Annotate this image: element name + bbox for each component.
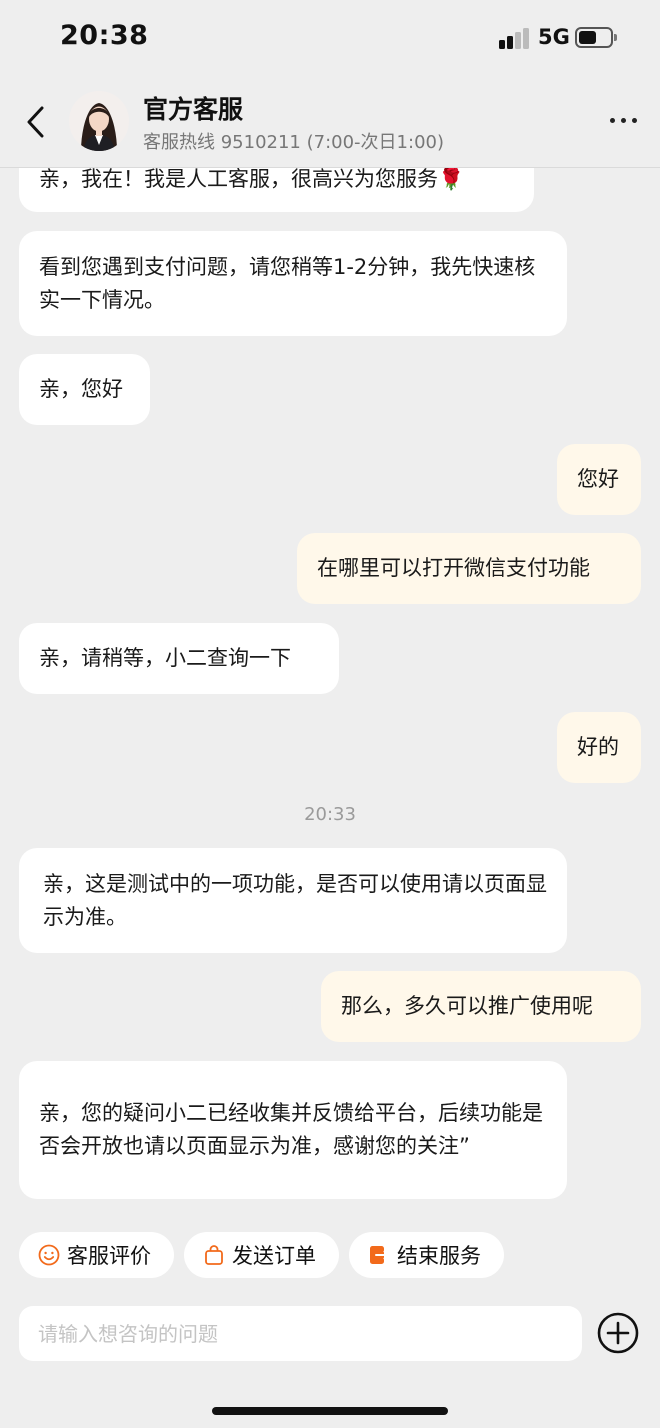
message-bubble: 好的 bbox=[557, 712, 641, 783]
quick-action-label: 结束服务 bbox=[397, 1244, 481, 1268]
message-bubble: 您好 bbox=[557, 444, 641, 515]
message-text: 亲，请稍等，小二查询一下 bbox=[39, 646, 291, 670]
back-button[interactable] bbox=[20, 102, 54, 142]
more-button[interactable] bbox=[606, 110, 640, 132]
shopping-bag-icon bbox=[205, 1245, 223, 1265]
message-text: 您好 bbox=[577, 467, 619, 491]
exit-icon bbox=[370, 1246, 389, 1264]
plus-button[interactable] bbox=[597, 1312, 639, 1354]
message-text: 亲，我在！我是人工客服，很高兴为您服务🌹 bbox=[39, 168, 465, 191]
rate-service-button[interactable]: 客服评价 bbox=[19, 1232, 174, 1278]
page-title: 官方客服 bbox=[143, 95, 244, 124]
message-bubble: 亲，您的疑问小二已经收集并反馈给平台，后续功能是否会开放也请以页面显示为准，感谢… bbox=[19, 1061, 567, 1199]
message-text: 在哪里可以打开微信支付功能 bbox=[317, 556, 590, 580]
smile-icon bbox=[38, 1244, 60, 1266]
message-bubble: 那么，多久可以推广使用呢 bbox=[321, 971, 641, 1042]
send-order-button[interactable]: 发送订单 bbox=[184, 1232, 339, 1278]
battery-icon bbox=[575, 27, 617, 48]
message-bubble: 亲，这是测试中的一项功能，是否可以使用请以页面显示为准。 bbox=[19, 848, 567, 953]
status-bar: 20:38 5G bbox=[0, 0, 660, 76]
signal-icon bbox=[499, 27, 531, 49]
avatar[interactable] bbox=[69, 91, 129, 151]
home-indicator[interactable] bbox=[212, 1407, 448, 1415]
chevron-left-icon bbox=[27, 106, 44, 138]
message-list[interactable]: 亲，我在！我是人工客服，很高兴为您服务🌹 看到您遇到支付问题，请您稍等1-2分钟… bbox=[0, 168, 660, 1218]
message-bubble: 亲，请稍等，小二查询一下 bbox=[19, 623, 339, 694]
network-type: 5G bbox=[538, 25, 570, 49]
message-input[interactable] bbox=[19, 1306, 582, 1361]
quick-action-label: 发送订单 bbox=[232, 1244, 316, 1268]
message-text: 亲，这是测试中的一项功能，是否可以使用请以页面显示为准。 bbox=[43, 871, 547, 929]
quick-action-label: 客服评价 bbox=[67, 1244, 151, 1268]
message-bubble: 在哪里可以打开微信支付功能 bbox=[297, 533, 641, 604]
agent-avatar-icon bbox=[69, 91, 129, 151]
message-bubble: 看到您遇到支付问题，请您稍等1-2分钟，我先快速核实一下情况。 bbox=[19, 231, 567, 336]
message-text: 那么，多久可以推广使用呢 bbox=[341, 994, 593, 1018]
message-bubble: 亲，您好 bbox=[19, 354, 150, 425]
clock: 20:38 bbox=[60, 20, 149, 51]
chat-header: 官方客服 客服热线 9510211 (7:00-次日1:00) bbox=[0, 76, 660, 168]
service-hotline: 客服热线 9510211 (7:00-次日1:00) bbox=[143, 132, 444, 153]
message-text: 看到您遇到支付问题，请您稍等1-2分钟，我先快速核实一下情况。 bbox=[39, 254, 536, 312]
message-text: 亲，您的疑问小二已经收集并反馈给平台，后续功能是否会开放也请以页面显示为准，感谢… bbox=[39, 1101, 543, 1158]
message-text: 亲，您好 bbox=[39, 377, 123, 401]
plus-circle-icon bbox=[597, 1312, 639, 1354]
message-bubble: 亲，我在！我是人工客服，很高兴为您服务🌹 bbox=[19, 168, 534, 212]
message-text: 好的 bbox=[577, 735, 619, 759]
end-service-button[interactable]: 结束服务 bbox=[349, 1232, 504, 1278]
message-timestamp: 20:33 bbox=[304, 804, 356, 825]
